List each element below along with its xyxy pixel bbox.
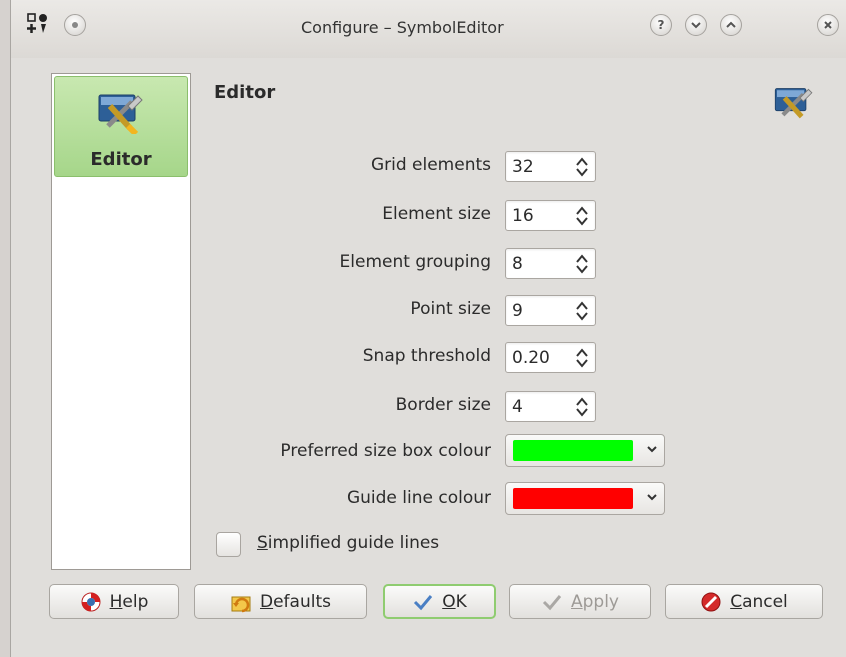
editor-tools-icon [98, 94, 143, 134]
spin-arrows-icon[interactable] [574, 205, 590, 227]
sidebar-item-label: Editor [90, 149, 152, 170]
configure-dialog: Configure – SymbolEditor ? Editor Editor… [10, 0, 846, 657]
spinbox-value: 32 [512, 157, 534, 177]
snap-threshold-spinbox[interactable]: 0.20 [505, 342, 596, 373]
spin-arrows-icon[interactable] [574, 300, 590, 322]
defaults-button-label: Defaults [260, 591, 331, 612]
spinbox-value: 4 [512, 397, 523, 417]
title-bar[interactable]: Configure – SymbolEditor ? [11, 0, 846, 58]
simplified-guide-lines-label[interactable]: Simplified guide lines [257, 533, 439, 553]
spin-arrows-icon[interactable] [574, 253, 590, 275]
chevron-down-icon [647, 494, 657, 501]
minimize-button[interactable] [685, 14, 707, 36]
apply-button[interactable]: Apply [509, 584, 651, 619]
close-icon [824, 21, 832, 29]
colour-swatch [513, 488, 633, 509]
spinbox-value: 16 [512, 206, 534, 226]
close-button[interactable] [817, 14, 839, 36]
apply-button-label: Apply [570, 591, 619, 612]
cancel-button-label: Cancel [730, 591, 788, 612]
cancel-icon [701, 592, 721, 611]
editor-tools-icon [774, 88, 813, 119]
sidebar-item-editor[interactable]: Editor [54, 76, 188, 177]
border-size-label: Border size [395, 395, 491, 415]
help-icon: ? [657, 18, 665, 32]
ok-button-label: OK [442, 591, 467, 612]
shade-button[interactable] [64, 14, 86, 36]
checkmark-icon [542, 594, 562, 610]
spin-arrows-icon[interactable] [574, 396, 590, 418]
defaults-button[interactable]: Defaults [194, 584, 367, 619]
minimize-icon [691, 22, 701, 29]
snap-threshold-label: Snap threshold [362, 346, 491, 366]
help-title-button[interactable]: ? [650, 14, 672, 36]
element-grouping-spinbox[interactable]: 8 [505, 248, 596, 279]
maximize-icon [726, 21, 736, 28]
page-list: Editor [51, 73, 191, 570]
spin-arrows-icon[interactable] [574, 156, 590, 178]
cancel-button[interactable]: Cancel [665, 584, 823, 619]
guide-line-colour-label: Guide line colour [346, 488, 491, 508]
maximize-button[interactable] [720, 14, 742, 36]
help-button[interactable]: Help [49, 584, 179, 619]
guide-line-colour-picker[interactable] [505, 482, 665, 515]
colour-swatch [513, 440, 633, 461]
border-size-spinbox[interactable]: 4 [505, 391, 596, 422]
grid-elements-spinbox[interactable]: 32 [505, 151, 596, 182]
spinbox-value: 9 [512, 301, 523, 321]
point-size-spinbox[interactable]: 9 [505, 295, 596, 326]
help-button-label: Help [109, 591, 149, 612]
element-size-label: Element size [382, 204, 491, 224]
checkmark-icon [414, 594, 433, 610]
help-lifebuoy-icon [81, 592, 101, 611]
preferred-size-box-colour-label: Preferred size box colour [280, 441, 491, 461]
ok-button[interactable]: OK [383, 584, 496, 619]
preferred-size-box-colour-picker[interactable] [505, 434, 665, 467]
spinbox-value: 0.20 [512, 348, 550, 368]
chevron-down-icon [647, 446, 657, 453]
element-grouping-label: Element grouping [339, 252, 491, 272]
point-size-label: Point size [410, 299, 491, 319]
element-size-spinbox[interactable]: 16 [505, 200, 596, 231]
spin-arrows-icon[interactable] [574, 347, 590, 369]
simplified-guide-lines-checkbox[interactable] [216, 532, 241, 557]
defaults-icon [231, 596, 251, 612]
spinbox-value: 8 [512, 254, 523, 274]
shade-icon [72, 22, 78, 28]
window-title: Configure – SymbolEditor [301, 18, 504, 37]
page-title: Editor [214, 82, 276, 103]
grid-elements-label: Grid elements [370, 155, 491, 175]
app-icon[interactable] [27, 13, 49, 35]
